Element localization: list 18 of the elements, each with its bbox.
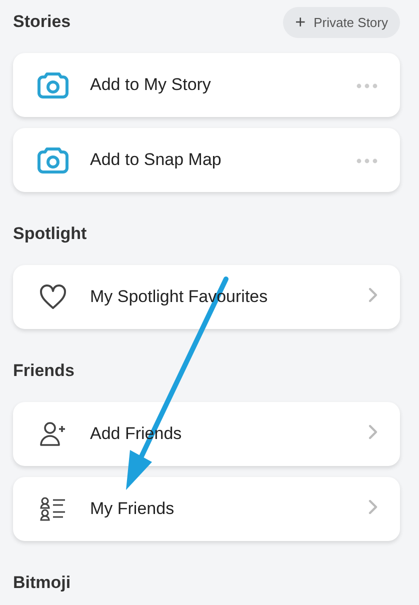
friends-list-icon [40, 496, 66, 522]
camera-icon [37, 71, 69, 99]
more-icon[interactable] [356, 158, 378, 164]
chevron-icon [368, 498, 378, 514]
add-person-icon [40, 421, 66, 447]
section-title: Bitmoji [13, 573, 71, 593]
more-icon[interactable] [356, 83, 378, 89]
menu-item[interactable]: Add to My Story [13, 53, 400, 117]
menu-item[interactable]: Add to Snap Map [13, 128, 400, 192]
chevron-icon [368, 286, 378, 302]
camera-icon [37, 146, 69, 174]
chevron-icon [368, 424, 378, 440]
heart-icon [39, 284, 67, 310]
section-title: Stories [13, 12, 71, 32]
section-title: Spotlight [13, 224, 87, 244]
section-title: Friends [13, 361, 74, 381]
menu-item[interactable]: My Friends [13, 477, 400, 541]
private-story-button[interactable]: + Private Story [283, 6, 400, 38]
